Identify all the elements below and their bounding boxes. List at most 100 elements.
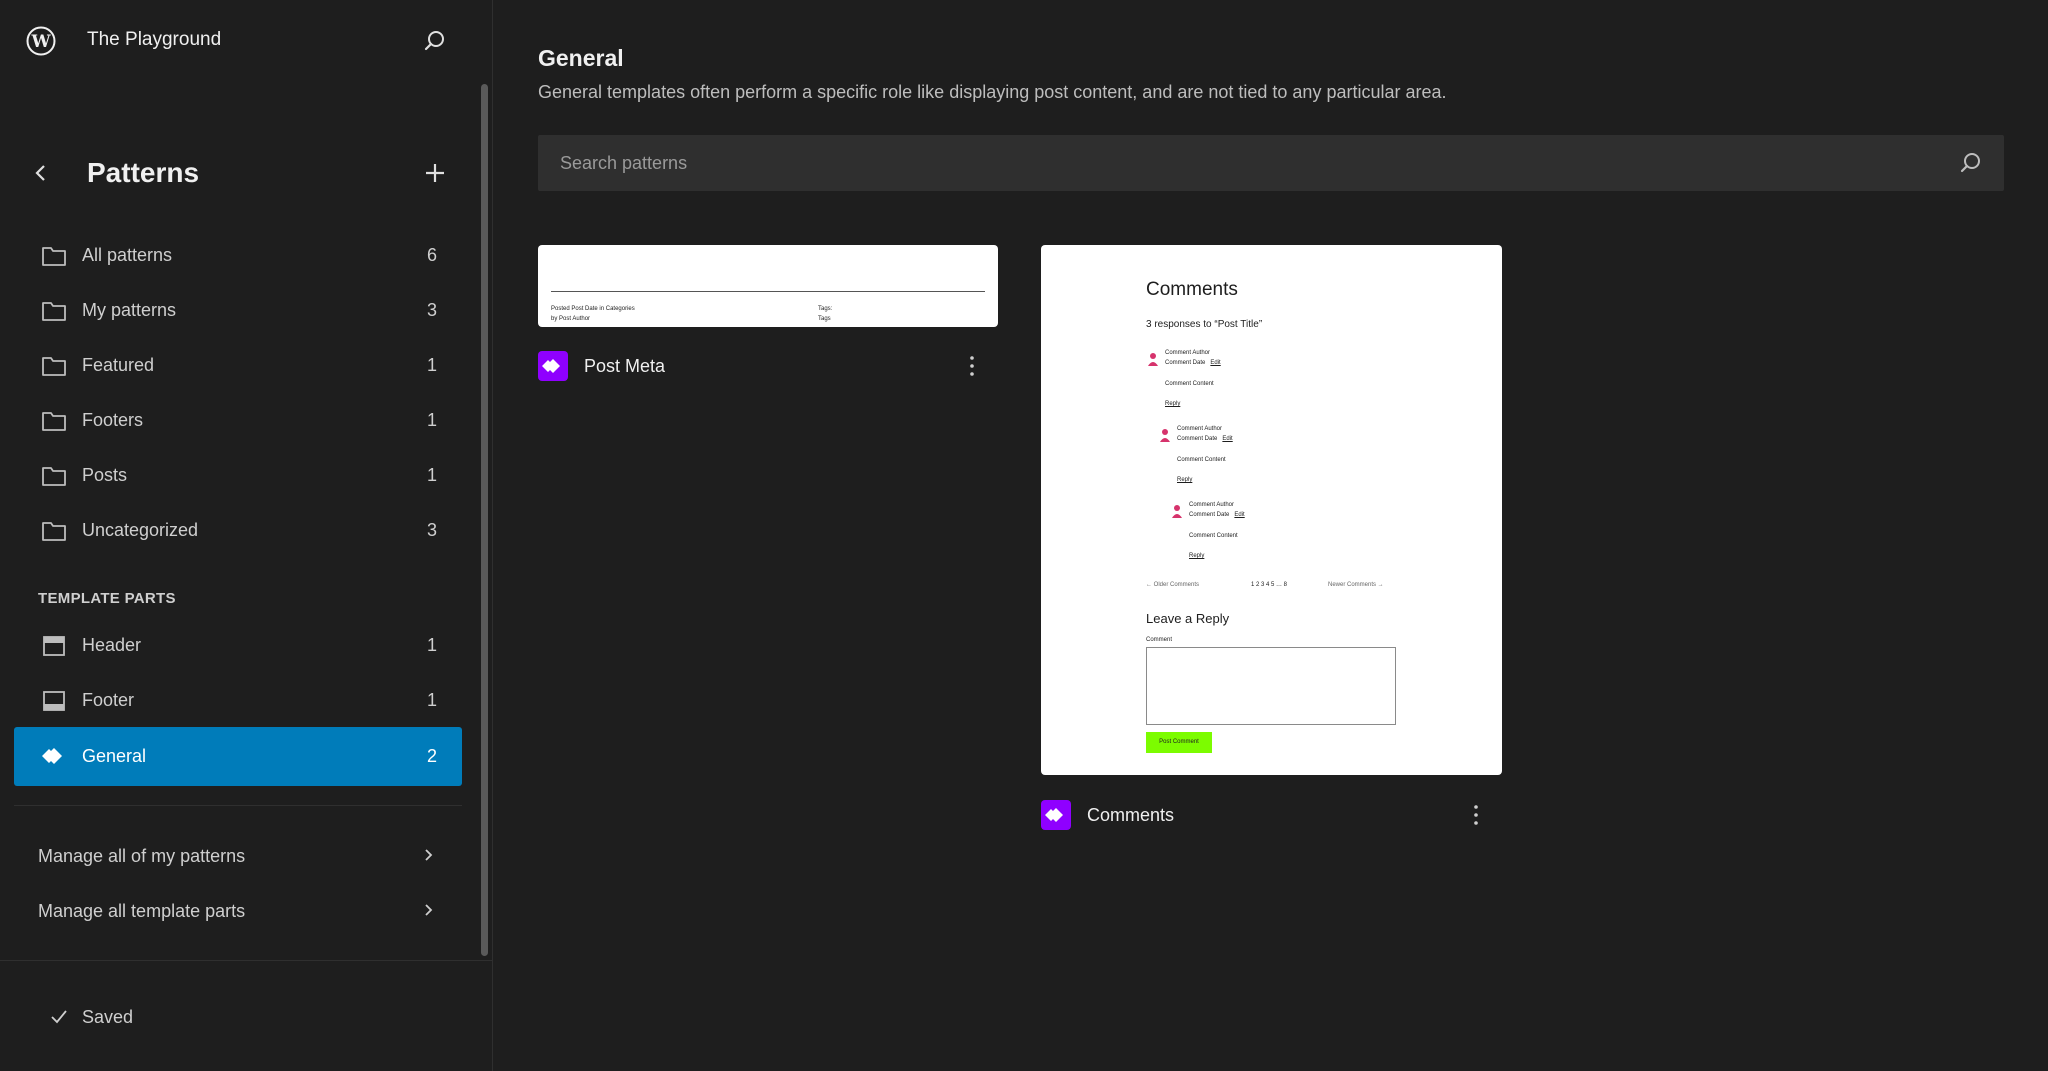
preview-in: in [599, 306, 605, 312]
site-title[interactable]: The Playground [87, 29, 221, 51]
preview-posted: Posted [551, 306, 570, 312]
template-parts-heading: TEMPLATE PARTS [38, 590, 176, 607]
search-input[interactable] [538, 135, 2004, 191]
nav-item-label: General [82, 746, 147, 766]
nav-item-posts[interactable]: Posts 1 [14, 448, 462, 504]
preview-edit-link: Edit [1210, 360, 1221, 366]
manage-template-parts-label: Manage all template parts [38, 901, 246, 921]
pattern-preview[interactable]: Posted Post Date in Categories by Post A… [538, 245, 998, 327]
sidebar: W The Playground Patterns All patterns 6… [0, 0, 493, 1071]
site-editor: W The Playground Patterns All patterns 6… [0, 0, 2048, 1071]
pattern-title[interactable]: Post Meta [584, 356, 665, 377]
nav-item-featured[interactable]: Featured 1 [14, 338, 462, 394]
chevron-right-icon [418, 845, 438, 865]
page-description: General templates often perform a specif… [538, 82, 1447, 102]
preview-reply-link: Reply [1177, 477, 1193, 483]
nav-item-label: Header [82, 635, 142, 655]
preview-by: by [551, 316, 558, 322]
nav-item-general[interactable]: General 2 [14, 727, 462, 786]
preview-comment-date: Comment Date [1165, 360, 1206, 366]
manage-patterns-link[interactable]: Manage all of my patterns [14, 830, 462, 882]
search-box [538, 135, 2004, 191]
sidebar-scrollbar[interactable] [481, 84, 488, 956]
nav-item-footers[interactable]: Footers 1 [14, 393, 462, 449]
header-icon [40, 632, 68, 660]
nav-item-label: All patterns [82, 245, 173, 265]
preview-comments-heading: Comments [1146, 279, 1238, 300]
symbol-icon [40, 742, 68, 770]
folder-icon [40, 242, 68, 270]
preview-comment-label: Comment [1146, 637, 1173, 643]
page-title: General [538, 45, 624, 71]
nav-item-count: 3 [426, 300, 437, 320]
nav-item-header[interactable]: Header 1 [14, 618, 462, 674]
manage-patterns-label: Manage all of my patterns [38, 846, 246, 866]
folder-icon [40, 297, 68, 325]
more-options-icon[interactable] [959, 353, 985, 379]
check-icon [48, 1006, 70, 1028]
save-status-label: Saved [82, 1007, 134, 1027]
chevron-right-icon [418, 900, 438, 920]
nav-item-count: 1 [426, 465, 437, 485]
nav-item-count: 6 [426, 245, 437, 265]
avatar-icon [1160, 428, 1170, 442]
navigation-header: Patterns [0, 150, 480, 196]
pattern-card-comments: Comments 3 responses to “Post Title” Com… [1041, 245, 1502, 835]
preview-comment-textarea [1146, 647, 1396, 725]
preview-text: by Post Author [551, 316, 590, 322]
synced-pattern-icon [538, 351, 568, 381]
preview-comment-date: Comment Date [1177, 436, 1218, 442]
preview-comment-content: Comment Content [1165, 381, 1214, 387]
preview-pagination: 1 2 3 4 5 … 8 [1251, 582, 1288, 588]
nav-item-label: Featured [82, 355, 155, 375]
site-hub: W The Playground [0, 0, 493, 82]
preview-post-author: Post Author [559, 316, 591, 322]
avatar-icon [1148, 352, 1158, 366]
main-content: General General templates often perform … [494, 0, 2048, 1071]
wordpress-logo-icon[interactable]: W [26, 26, 56, 56]
folder-icon [40, 407, 68, 435]
nav-item-uncategorized[interactable]: Uncategorized 3 [14, 503, 462, 559]
preview-tags: Tags: [818, 306, 833, 312]
nav-item-count: 1 [426, 410, 437, 430]
avatar-icon [1172, 504, 1182, 518]
manage-template-parts-link[interactable]: Manage all template parts [14, 885, 462, 937]
nav-item-all-patterns[interactable]: All patterns 6 [14, 228, 462, 284]
folder-icon [40, 517, 68, 545]
back-button[interactable] [29, 161, 53, 185]
search-icon[interactable] [421, 27, 449, 55]
preview-comment-meta: Comment Date Edit [1177, 436, 1233, 442]
nav-item-label: Footer [82, 690, 135, 710]
add-pattern-button[interactable] [422, 160, 448, 186]
nav-item-label: My patterns [82, 300, 177, 320]
nav-item-footer[interactable]: Footer 1 [14, 673, 462, 729]
nav-item-count: 1 [426, 690, 437, 710]
sidebar-footer-divider [0, 960, 493, 961]
preview-comment-author: Comment Author [1165, 350, 1211, 356]
preview-text: Posted Post Date in Categories [551, 306, 635, 312]
navigation-title: Patterns [87, 157, 200, 188]
footer-icon [40, 687, 68, 715]
preview-older-comments: ← Older Comments [1146, 582, 1200, 588]
synced-pattern-icon [1041, 800, 1071, 830]
nav-item-my-patterns[interactable]: My patterns 3 [14, 283, 462, 339]
preview-separator [551, 291, 985, 292]
pattern-card-post-meta: Posted Post Date in Categories by Post A… [538, 245, 998, 385]
nav-item-label: Posts [82, 465, 128, 485]
preview-edit-link: Edit [1222, 436, 1233, 442]
preview-comment-meta: Comment Date Edit [1189, 512, 1245, 518]
more-options-icon[interactable] [1463, 802, 1489, 828]
preview-reply-link: Reply [1189, 553, 1205, 559]
preview-post-date: Post Date [571, 306, 598, 312]
search-icon[interactable] [1958, 150, 1984, 176]
pattern-card-footer: Post Meta [538, 351, 998, 385]
preview-post-comment-button: Post Comment [1146, 732, 1212, 753]
preview-categories: Categories [605, 306, 635, 312]
preview-responses: 3 responses to “Post Title” [1146, 319, 1263, 330]
preview-comment-content: Comment Content [1177, 457, 1226, 463]
pattern-title[interactable]: Comments [1087, 805, 1174, 826]
nav-item-label: Uncategorized [82, 520, 199, 540]
chevron-left-icon [35, 165, 45, 181]
pattern-preview[interactable]: Comments 3 responses to “Post Title” Com… [1041, 245, 1502, 775]
preview-edit-link: Edit [1234, 512, 1245, 518]
